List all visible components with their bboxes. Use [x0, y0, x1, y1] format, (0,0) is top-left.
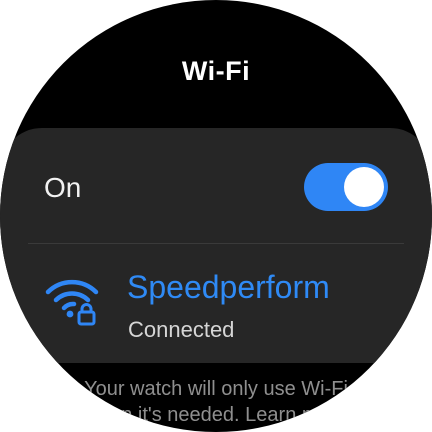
wifi-toggle-switch[interactable] — [304, 163, 388, 211]
wifi-settings-card: On Speedperform Connected — [0, 128, 432, 363]
network-status: Connected — [128, 317, 235, 342]
page-title: Wi-Fi — [181, 56, 251, 86]
wifi-toggle-row[interactable]: On — [0, 128, 432, 244]
network-name: Speedperform — [127, 269, 330, 305]
wifi-toggle-label: On — [44, 172, 82, 203]
switch-knob — [344, 167, 384, 207]
network-item[interactable]: Speedperform Connected — [0, 244, 432, 363]
wifi-lock-icon — [45, 279, 99, 326]
wifi-info-text: Your watch will only use Wi-Fi when it's… — [0, 376, 432, 428]
watch-screen: Wi-Fi On Speedperform Connected Your wat… — [0, 0, 432, 432]
info-line-1: Your watch will only use Wi-Fi — [84, 378, 348, 400]
info-line-2[interactable]: when it's needed. Learn more — [0, 402, 432, 428]
